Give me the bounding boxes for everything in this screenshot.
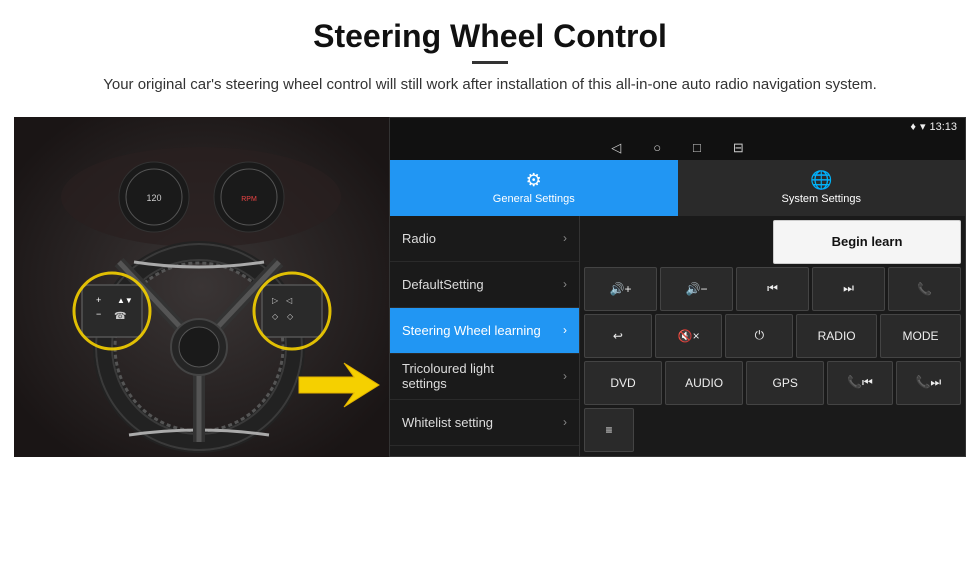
menu-item-tricoloured[interactable]: Tricoloured lightsettings › bbox=[390, 354, 579, 400]
home-nav-icon[interactable]: ○ bbox=[653, 140, 661, 155]
title-divider bbox=[472, 61, 508, 64]
tab-general[interactable]: ⚙ General Settings bbox=[390, 160, 678, 216]
next-icon: ⏭ bbox=[843, 281, 854, 296]
chevron-icon-whitelist: › bbox=[563, 415, 567, 429]
tel-next-button[interactable]: 📞⏭ bbox=[896, 361, 961, 405]
begin-learn-button[interactable]: Begin learn bbox=[773, 220, 961, 264]
steering-wheel-image: 120 RPM + bbox=[14, 117, 389, 457]
statusbar: ♦ ▾ 13:13 bbox=[390, 118, 965, 136]
power-button[interactable]: ⏻ bbox=[725, 314, 793, 358]
tel-next-icon: 📞⏭ bbox=[915, 375, 941, 390]
tab-system[interactable]: 🌐 System Settings bbox=[678, 160, 966, 216]
hangup-button[interactable]: ↩ bbox=[584, 314, 652, 358]
back-nav-icon[interactable]: ◁ bbox=[611, 140, 621, 156]
svg-text:◇: ◇ bbox=[272, 312, 279, 321]
recent-nav-icon[interactable]: □ bbox=[693, 140, 701, 155]
dvd-button[interactable]: DVD bbox=[584, 361, 662, 405]
menu-item-whitelist-label: Whitelist setting bbox=[402, 415, 493, 430]
statusbar-time: 13:13 bbox=[929, 121, 957, 133]
chevron-icon-steering: › bbox=[563, 323, 567, 337]
chevron-icon-default: › bbox=[563, 277, 567, 291]
menu-item-tricoloured-label: Tricoloured lightsettings bbox=[402, 361, 494, 391]
menu-btn[interactable]: ≡ bbox=[584, 408, 634, 452]
menu-item-steering-label: Steering Wheel learning bbox=[402, 323, 541, 338]
general-settings-label: General Settings bbox=[493, 193, 575, 205]
svg-text:▷: ▷ bbox=[272, 296, 279, 305]
system-settings-icon: 🌐 bbox=[810, 170, 832, 191]
wifi-icon: ▾ bbox=[920, 120, 926, 133]
begin-learn-row: Begin learn bbox=[584, 220, 961, 264]
control-row-4: ≡ bbox=[584, 408, 961, 452]
svg-text:−: − bbox=[96, 309, 101, 319]
chevron-icon-radio: › bbox=[563, 231, 567, 245]
dvd-label: DVD bbox=[610, 376, 635, 390]
vol-up-button[interactable]: 🔊+ bbox=[584, 267, 657, 311]
hangup-icon: ↩ bbox=[613, 329, 623, 343]
mode-label: MODE bbox=[903, 329, 939, 343]
menu-item-whitelist[interactable]: Whitelist setting › bbox=[390, 400, 579, 446]
right-buttons: Begin learn 🔊+ 🔊− ⏮ ⏭ bbox=[580, 216, 965, 456]
radio-button[interactable]: RADIO bbox=[796, 314, 877, 358]
call-icon: 📞 bbox=[917, 282, 932, 296]
vol-down-button[interactable]: 🔊− bbox=[660, 267, 733, 311]
gps-label: GPS bbox=[773, 376, 798, 390]
menu-item-radio[interactable]: Radio › bbox=[390, 216, 579, 262]
location-icon: ♦ bbox=[910, 121, 916, 133]
content-area: 120 RPM + bbox=[0, 105, 980, 457]
vol-up-icon: 🔊+ bbox=[610, 282, 632, 296]
svg-text:RPM: RPM bbox=[241, 196, 257, 203]
system-settings-label: System Settings bbox=[782, 193, 861, 205]
page-header: Steering Wheel Control Your original car… bbox=[0, 0, 980, 105]
mute-button[interactable]: 🔇× bbox=[655, 314, 723, 358]
chevron-icon-tricoloured: › bbox=[563, 369, 567, 383]
vol-down-icon: 🔊− bbox=[686, 282, 708, 296]
menu-item-radio-label: Radio bbox=[402, 231, 436, 246]
call-button[interactable]: 📞 bbox=[888, 267, 961, 311]
prev-button[interactable]: ⏮ bbox=[736, 267, 809, 311]
radio-label: RADIO bbox=[818, 329, 856, 343]
page-title: Steering Wheel Control bbox=[40, 18, 940, 55]
next-button[interactable]: ⏭ bbox=[812, 267, 885, 311]
audio-label: AUDIO bbox=[685, 376, 723, 390]
prev-icon: ⏮ bbox=[767, 281, 778, 296]
android-ui: ♦ ▾ 13:13 ◁ ○ □ ⊟ ⚙ General Settings 🌐 S… bbox=[389, 117, 966, 457]
audio-button[interactable]: AUDIO bbox=[665, 361, 743, 405]
mode-button[interactable]: MODE bbox=[880, 314, 961, 358]
tel-prev-button[interactable]: 📞⏮ bbox=[827, 361, 892, 405]
tel-prev-icon: 📞⏮ bbox=[847, 375, 873, 390]
menu-item-default-label: DefaultSetting bbox=[402, 277, 484, 292]
svg-text:▲▼: ▲▼ bbox=[117, 296, 133, 305]
menu-item-steering-wheel[interactable]: Steering Wheel learning › bbox=[390, 308, 579, 354]
left-menu: Radio › DefaultSetting › Steering Wheel … bbox=[390, 216, 580, 456]
mute-icon: 🔇× bbox=[678, 329, 700, 343]
menu-buttons-area: Radio › DefaultSetting › Steering Wheel … bbox=[390, 216, 965, 456]
control-row-2: ↩ 🔇× ⏻ RADIO MODE bbox=[584, 314, 961, 358]
statusbar-icons: ♦ ▾ bbox=[910, 120, 925, 133]
menu-icon: ≡ bbox=[605, 423, 612, 437]
android-navbar: ◁ ○ □ ⊟ bbox=[390, 136, 965, 160]
menu-item-default-setting[interactable]: DefaultSetting › bbox=[390, 262, 579, 308]
cast-nav-icon[interactable]: ⊟ bbox=[733, 140, 744, 156]
page-subtitle: Your original car's steering wheel contr… bbox=[80, 74, 900, 97]
gps-button[interactable]: GPS bbox=[746, 361, 824, 405]
general-settings-icon: ⚙ bbox=[526, 170, 542, 191]
control-row-1: 🔊+ 🔊− ⏮ ⏭ 📞 bbox=[584, 267, 961, 311]
svg-text:+: + bbox=[96, 295, 101, 305]
power-icon: ⏻ bbox=[755, 328, 765, 343]
svg-text:☎: ☎ bbox=[114, 311, 126, 322]
settings-tabs: ⚙ General Settings 🌐 System Settings bbox=[390, 160, 965, 216]
svg-text:120: 120 bbox=[146, 193, 161, 203]
control-row-3: DVD AUDIO GPS 📞⏮ 📞⏭ bbox=[584, 361, 961, 405]
empty-space bbox=[584, 220, 770, 264]
svg-text:◇: ◇ bbox=[287, 312, 294, 321]
svg-text:◁: ◁ bbox=[286, 296, 293, 305]
